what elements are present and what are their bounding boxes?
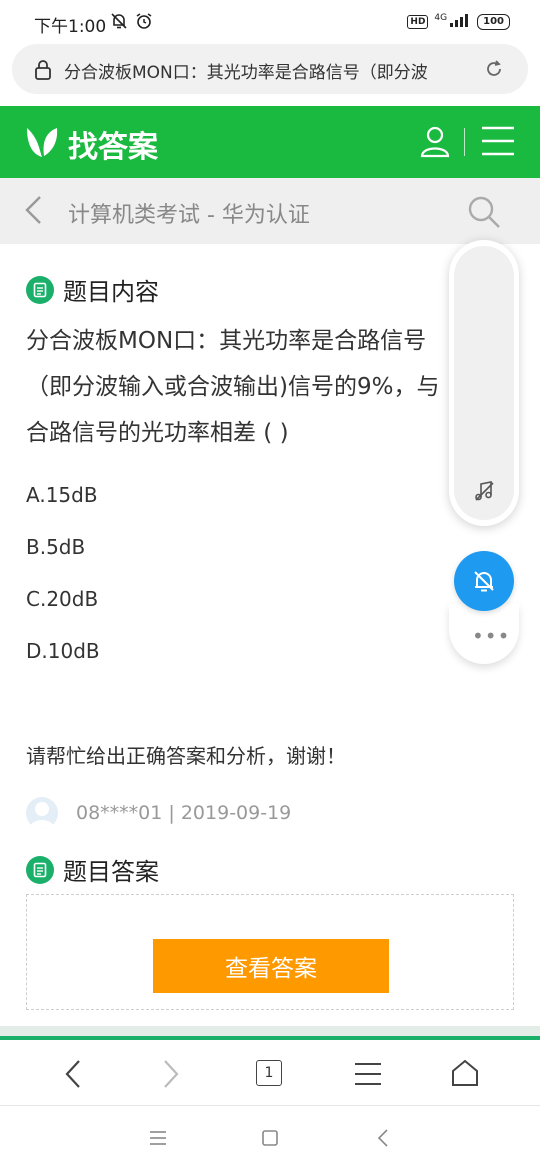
browser-toolbar: 1 <box>0 1040 540 1106</box>
music-off-icon[interactable] <box>473 480 495 506</box>
status-time: 下午1:00 <box>34 17 107 37</box>
bell-off-icon <box>474 571 494 592</box>
question-section-header: 题目内容 <box>26 272 159 307</box>
recent-apps-icon[interactable] <box>149 1130 167 1150</box>
user-icon[interactable] <box>418 124 452 162</box>
question-text: 分合波板MON口：其光功率是合路信号 （即分波输入或合波输出)信号的9%，与 合… <box>26 318 496 456</box>
status-right: HD 4G 100 <box>407 13 510 30</box>
system-back-icon[interactable] <box>376 1128 390 1152</box>
search-icon[interactable] <box>466 194 502 234</box>
tabs-button[interactable]: 1 <box>256 1060 282 1086</box>
lock-icon <box>34 59 52 85</box>
notification-muted-icon <box>110 12 128 34</box>
back-chevron-icon[interactable] <box>22 194 44 230</box>
option-c: C.20dB <box>26 587 99 611</box>
site-header: 找答案 <box>0 106 540 178</box>
question-line: 分合波板MON口：其光功率是合路信号 <box>26 328 427 354</box>
question-meta: 08****01 | 2019-09-19 <box>26 797 291 829</box>
notification-off-button[interactable] <box>454 551 514 611</box>
ask-text: 请帮忙给出正确答案和分析，谢谢！ <box>26 744 346 768</box>
breadcrumb[interactable]: 计算机类考试 - 华为认证 <box>68 197 310 229</box>
option-d: D.10dB <box>26 639 100 663</box>
reload-icon[interactable] <box>484 59 504 83</box>
view-answer-button[interactable]: 查看答案 <box>153 939 389 993</box>
url-text[interactable]: 分合波板MON口：其光功率是合路信号（即分波 <box>64 58 464 83</box>
menu-icon[interactable] <box>480 124 516 162</box>
signal-icon <box>449 13 471 30</box>
more-dots-icon: ••• <box>472 624 511 648</box>
floating-panel[interactable] <box>449 240 519 526</box>
status-bar: 下午1:00 HD 4G 100 <box>0 0 540 44</box>
forward-icon[interactable] <box>160 1058 182 1094</box>
answer-box: 查看答案 <box>26 894 514 1010</box>
site-logo-text[interactable]: 找答案 <box>68 122 158 166</box>
home-icon[interactable] <box>450 1058 480 1092</box>
option-a: A.15dB <box>26 483 98 507</box>
question-meta-text: 08****01 | 2019-09-19 <box>76 802 292 824</box>
floating-panel-inner <box>454 246 514 520</box>
question-line: 合路信号的光功率相差 ( ) <box>26 420 289 446</box>
avatar <box>26 797 58 829</box>
system-home-icon[interactable] <box>261 1129 279 1151</box>
browser-menu-icon[interactable] <box>354 1062 382 1090</box>
option-b: B.5dB <box>26 535 86 559</box>
battery-indicator: 100 <box>477 13 510 30</box>
header-divider <box>464 128 465 156</box>
answer-section-title: 题目答案 <box>63 858 159 886</box>
answer-section-header: 题目答案 <box>26 852 159 887</box>
hd-badge: HD <box>407 14 429 29</box>
system-nav-bar <box>0 1106 540 1170</box>
leaf-logo-icon <box>24 124 60 164</box>
breadcrumb-bar: 计算机类考试 - 华为认证 <box>0 178 540 244</box>
document-icon <box>26 855 54 884</box>
document-icon <box>26 275 54 304</box>
back-icon[interactable] <box>62 1058 84 1094</box>
question-section-title: 题目内容 <box>63 278 159 306</box>
tab-count: 1 <box>256 1060 282 1086</box>
url-bar[interactable]: 分合波板MON口：其光功率是合路信号（即分波 <box>12 44 528 94</box>
question-line: （即分波输入或合波输出)信号的9%，与 <box>26 374 440 400</box>
alarm-icon <box>135 12 153 34</box>
network-label: 4G <box>434 12 448 23</box>
more-options-button[interactable]: ••• <box>449 604 519 664</box>
